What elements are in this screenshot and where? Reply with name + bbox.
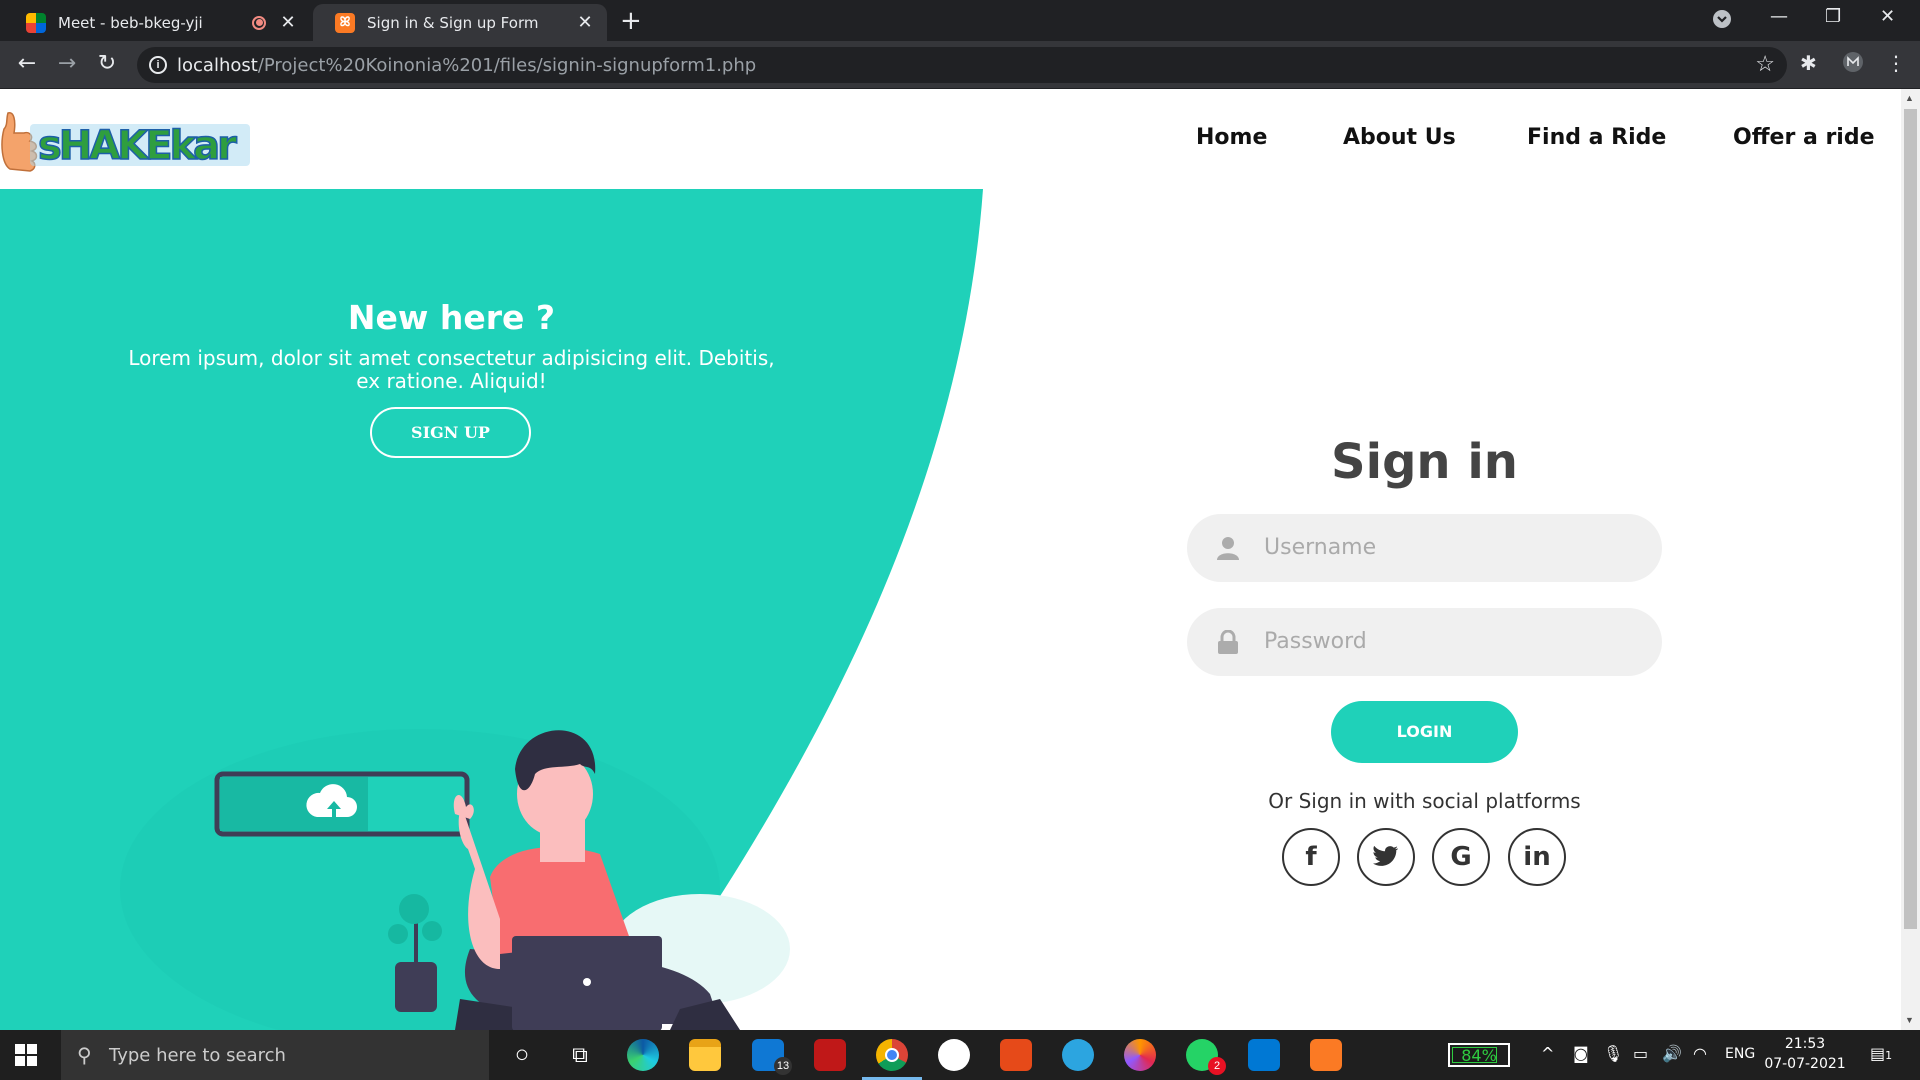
tab-title: Sign in & Sign up Form <box>367 13 539 32</box>
linkedin-icon: in <box>1523 842 1551 872</box>
minimize-button[interactable]: — <box>1770 6 1788 27</box>
google-icon: G <box>1450 842 1472 872</box>
language-indicator[interactable]: ENG <box>1725 1046 1755 1062</box>
scroll-up-arrow[interactable]: ▲ <box>1905 93 1914 103</box>
xampp-icon: ꕤ <box>335 12 355 33</box>
xampp-taskbar-icon[interactable] <box>1310 1039 1342 1071</box>
nav-about-us[interactable]: About Us <box>1343 125 1456 150</box>
scrollbar-thumb[interactable] <box>1904 109 1917 929</box>
webcam-icon[interactable]: ◙ <box>1573 1044 1589 1063</box>
xbox-icon[interactable] <box>938 1039 970 1071</box>
vscode-icon[interactable] <box>1248 1039 1280 1071</box>
twitter-button[interactable] <box>1357 828 1415 886</box>
mail-icon[interactable]: 13 <box>752 1039 792 1075</box>
mail-badge: 13 <box>774 1057 792 1075</box>
shakekar-logo[interactable]: sHAKEkar <box>0 99 255 179</box>
new-here-title: New here ? <box>347 298 556 337</box>
url-path: /Project%20Koinonia%201/files/signin-sig… <box>257 55 757 76</box>
site-info-icon[interactable]: i <box>149 56 167 74</box>
login-button[interactable]: LOGIN <box>1331 701 1518 763</box>
user-icon <box>1217 537 1239 560</box>
upload-progress-card <box>214 771 470 837</box>
browser-menu-icon[interactable]: ⋮ <box>1886 51 1906 75</box>
profile-avatar-icon[interactable] <box>1842 51 1864 78</box>
page-viewport: sHAKEkar Home About Us Find a Ride Offer… <box>0 89 1901 1030</box>
social-signin-text: Or Sign in with social platforms <box>1268 789 1581 813</box>
google-meet-icon <box>26 12 46 33</box>
search-placeholder: Type here to search <box>109 1045 286 1066</box>
password-placeholder: Password <box>1264 629 1367 654</box>
password-field[interactable]: Password <box>1187 608 1662 676</box>
facebook-icon: f <box>1305 842 1317 872</box>
task-view-icon[interactable]: ⧉ <box>564 1039 596 1071</box>
nav-home[interactable]: Home <box>1196 125 1267 150</box>
plant <box>388 894 442 1012</box>
cortana-icon[interactable]: ○ <box>506 1039 538 1071</box>
battery-indicator[interactable]: 84% <box>1448 1043 1510 1067</box>
browser-toolbar: ← → ↻ i localhost/Project%20Koinonia%201… <box>0 41 1920 89</box>
chrome-center <box>885 1048 899 1062</box>
browser-tab-bar: Meet - beb-bkeg-yji ✕ ꕤ Sign in & Sign u… <box>0 0 1920 41</box>
scroll-down-arrow[interactable]: ▼ <box>1905 1015 1914 1025</box>
chrome-icon[interactable] <box>862 1039 922 1080</box>
url-text: localhost/Project%20Koinonia%201/files/s… <box>177 55 756 76</box>
nav-offer-a-ride[interactable]: Offer a ride <box>1733 125 1875 150</box>
page-scrollbar[interactable]: ▲ ▼ <box>1901 89 1920 1030</box>
linkedin-button[interactable]: in <box>1508 828 1566 886</box>
lock-icon <box>1218 630 1238 654</box>
whatsapp-icon[interactable]: 2 <box>1186 1039 1226 1075</box>
wifi-icon[interactable]: ◠ <box>1693 1044 1707 1063</box>
volume-icon[interactable]: 🔊 <box>1662 1044 1682 1063</box>
new-tab-button[interactable]: + <box>620 6 642 36</box>
microphone-icon[interactable]: 🎙 <box>1603 1044 1623 1063</box>
clock-time: 21:53 <box>1784 1036 1826 1052</box>
bookmark-star-icon[interactable]: ☆ <box>1755 51 1775 77</box>
firefox-icon[interactable] <box>1124 1039 1156 1071</box>
new-here-text: Lorem ipsum, dolor sit amet consectetur … <box>128 346 775 393</box>
office-icon[interactable] <box>1000 1039 1032 1071</box>
windows-taskbar: ⚲ Type here to search ○ ⧉ 13 2 84% ^ ◙ 🎙… <box>0 1030 1920 1080</box>
taskbar-search-box[interactable]: ⚲ Type here to search <box>61 1030 489 1080</box>
person <box>453 730 740 1030</box>
url-host: localhost <box>177 55 258 76</box>
close-tab-icon[interactable]: ✕ <box>573 12 597 33</box>
edge-icon[interactable] <box>627 1039 659 1071</box>
twitter-icon <box>1373 846 1398 866</box>
sign-in-title: Sign in <box>1331 434 1518 490</box>
clock-date: 07-07-2021 <box>1764 1056 1846 1072</box>
tab-signin-form[interactable]: ꕤ Sign in & Sign up Form ✕ <box>313 4 607 41</box>
telegram-icon[interactable] <box>1062 1039 1094 1071</box>
file-explorer-icon[interactable] <box>689 1039 721 1071</box>
forward-button[interactable]: → <box>52 49 82 79</box>
sign-up-button[interactable]: SIGN UP <box>370 407 531 458</box>
svg-text:sHAKEkar: sHAKEkar <box>38 123 237 169</box>
person-with-laptop-illustration <box>214 730 740 1030</box>
facebook-button[interactable]: f <box>1282 828 1340 886</box>
back-button[interactable]: ← <box>12 49 42 79</box>
reload-button[interactable]: ↻ <box>92 49 122 79</box>
whatsapp-badge: 2 <box>1208 1057 1226 1075</box>
windows-start-icon[interactable] <box>14 1043 38 1067</box>
mcafee-icon[interactable] <box>814 1039 846 1071</box>
google-button[interactable]: G <box>1432 828 1490 886</box>
search-icon: ⚲ <box>77 1045 92 1067</box>
tab-search-icon[interactable] <box>1712 9 1732 34</box>
address-bar[interactable]: i localhost/Project%20Koinonia%201/files… <box>137 47 1787 83</box>
username-field[interactable]: Username <box>1187 514 1662 582</box>
recording-icon <box>252 15 266 30</box>
show-hidden-icons[interactable]: ^ <box>1541 1044 1554 1063</box>
restore-button[interactable]: ❐ <box>1825 6 1841 27</box>
username-placeholder: Username <box>1264 535 1377 560</box>
tab-title: Meet - beb-bkeg-yji <box>58 13 203 32</box>
notifications-icon[interactable]: ▤1 <box>1870 1044 1892 1063</box>
battery-percent: 84% <box>1461 1046 1497 1065</box>
clock[interactable]: 21:53 07-07-2021 <box>1760 1034 1850 1074</box>
notification-count: 1 <box>1885 1049 1893 1062</box>
tab-meet[interactable]: Meet - beb-bkeg-yji ✕ <box>10 4 310 41</box>
nav-find-a-ride[interactable]: Find a Ride <box>1527 125 1666 150</box>
extensions-icon[interactable]: ✱ <box>1800 51 1817 75</box>
close-window-button[interactable]: ✕ <box>1880 6 1895 27</box>
close-tab-icon[interactable]: ✕ <box>276 12 300 33</box>
battery-tray-icon[interactable]: ▭ <box>1633 1044 1648 1063</box>
